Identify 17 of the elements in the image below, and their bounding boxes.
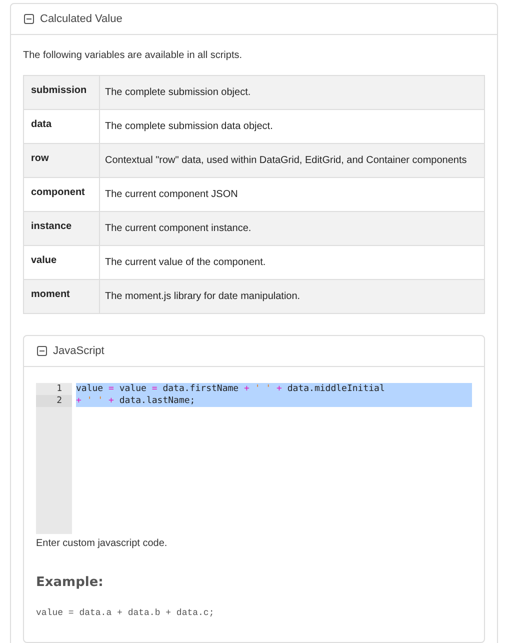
help-text: Enter custom javascript code. xyxy=(36,537,168,551)
variable-name: moment xyxy=(24,280,100,314)
variable-name: submission xyxy=(24,76,100,110)
example-heading: Example: xyxy=(36,574,104,592)
collapse-icon[interactable] xyxy=(37,346,47,356)
variable-description: The complete submission object. xyxy=(100,76,484,110)
panel-title: JavaScript xyxy=(53,344,104,359)
line-number: 2 xyxy=(36,395,72,407)
panel-header[interactable]: Calculated Value xyxy=(11,4,497,35)
panel-header[interactable]: JavaScript xyxy=(24,336,484,367)
variable-description: The moment.js library for date manipulation. xyxy=(100,280,484,314)
code-editor[interactable]: 1 2 value = value = data.firstName + ' ' + data.middleInitial + ' ' + data.lastName; xyxy=(36,383,472,534)
collapse-icon[interactable] xyxy=(24,14,34,24)
example-code: value = data.a + data.b + data.c; xyxy=(36,606,216,620)
panel-title: Calculated Value xyxy=(40,12,122,27)
intro-text: The following variables are available in all scripts. xyxy=(23,49,243,63)
line-number: 1 xyxy=(56,383,63,395)
